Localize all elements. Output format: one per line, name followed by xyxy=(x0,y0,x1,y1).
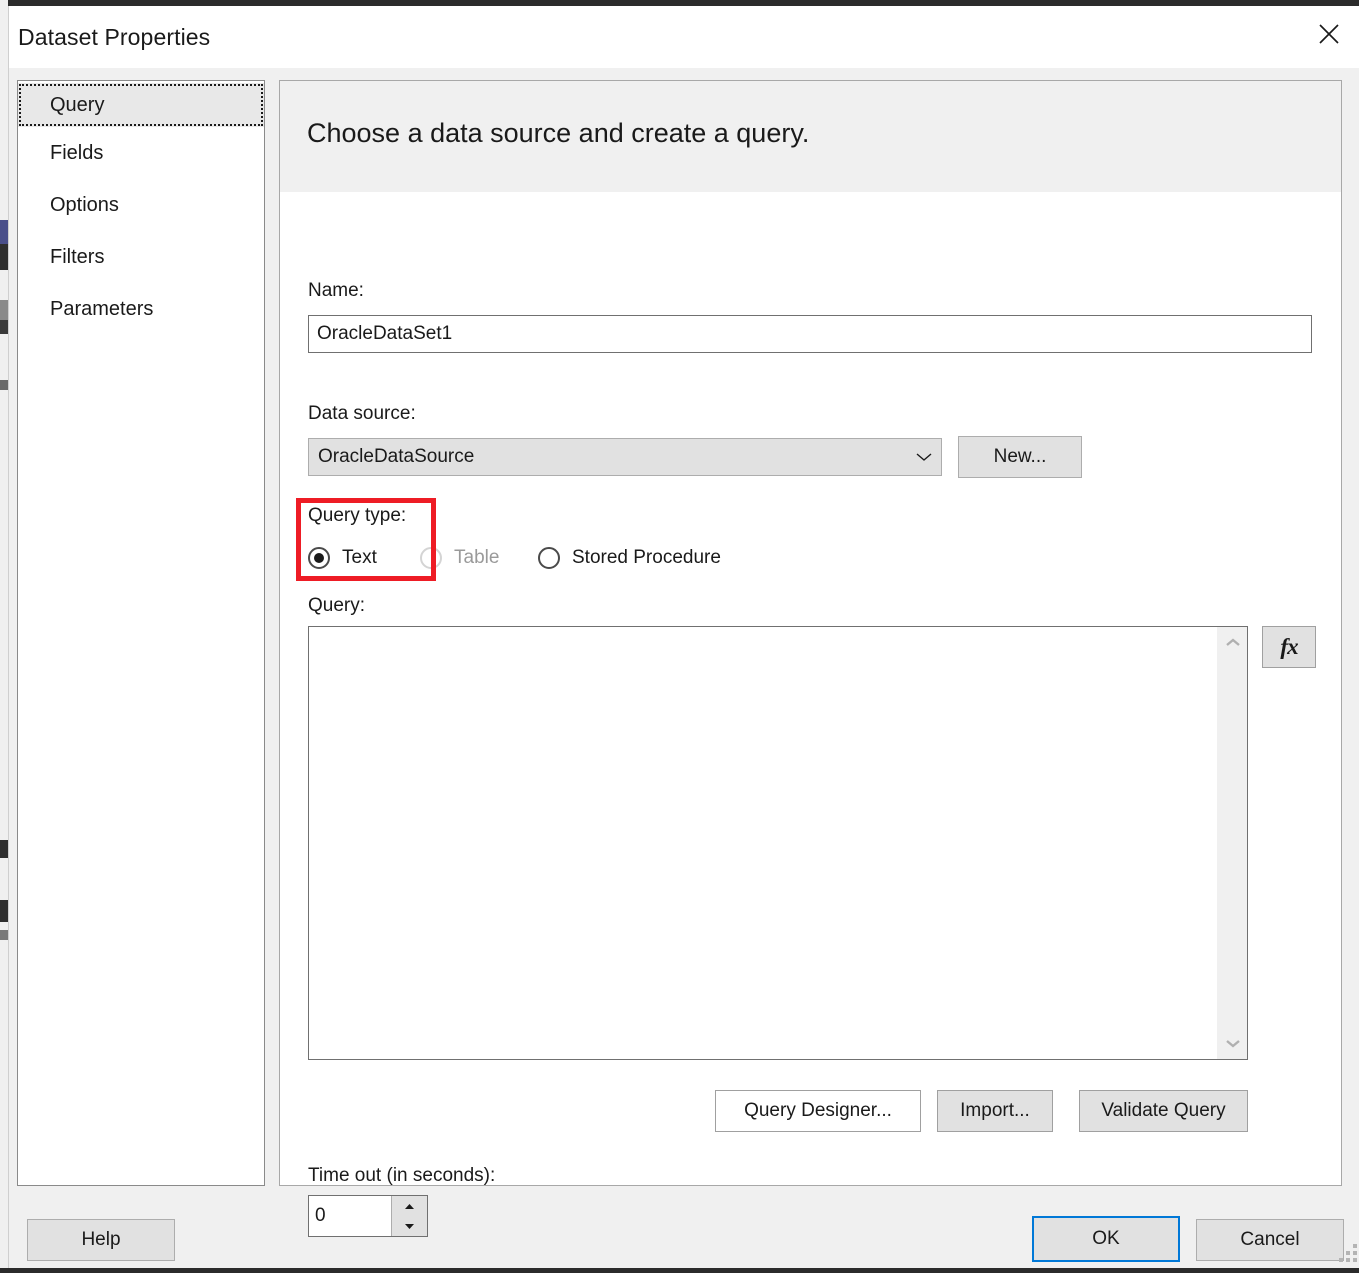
chevron-down-icon[interactable] xyxy=(1217,1028,1248,1059)
sidebar-item-options[interactable]: Options xyxy=(18,183,264,227)
query-type-option-label: Text xyxy=(342,547,377,568)
help-button[interactable]: Help xyxy=(27,1219,175,1261)
fx-icon: fx xyxy=(1280,634,1298,659)
data-source-select[interactable]: OracleDataSource xyxy=(308,438,942,476)
background-window-bottom-strip xyxy=(0,1268,1359,1273)
close-icon[interactable] xyxy=(1298,6,1359,62)
resize-grip[interactable] xyxy=(1339,1244,1357,1262)
dialog-titlebar: Dataset Properties xyxy=(9,6,1359,68)
content-area: Name: Data source: OracleDataSource New.… xyxy=(280,192,1341,1237)
caret-up-icon[interactable] xyxy=(392,1196,427,1217)
sidebar-item-fields[interactable]: Fields xyxy=(18,131,264,175)
radio-unselected-icon xyxy=(420,547,442,569)
timeout-stepper xyxy=(308,1195,428,1237)
data-source-label: Data source: xyxy=(308,403,416,424)
query-input[interactable] xyxy=(309,627,1216,1059)
background-window-left-strip xyxy=(0,0,8,1273)
ok-button[interactable]: OK xyxy=(1032,1216,1180,1262)
query-type-radio-stored-procedure[interactable]: Stored Procedure xyxy=(538,547,721,569)
query-type-option-label: Table xyxy=(454,547,500,568)
chevron-up-icon[interactable] xyxy=(1217,627,1248,658)
name-label: Name: xyxy=(308,280,364,301)
sidebar-item-parameters[interactable]: Parameters xyxy=(18,287,264,331)
chevron-down-icon xyxy=(907,451,941,463)
query-type-label: Query type: xyxy=(308,505,407,526)
page-title: Choose a data source and create a query. xyxy=(307,118,810,148)
new-data-source-button[interactable]: New... xyxy=(958,436,1082,478)
query-scrollbar[interactable] xyxy=(1216,627,1247,1059)
sidebar-item-label: Query xyxy=(50,93,105,116)
dialog-body: Query Fields Options Filters Parameters … xyxy=(9,68,1359,1268)
caret-down-icon[interactable] xyxy=(392,1216,427,1236)
query-type-option-label: Stored Procedure xyxy=(572,547,721,568)
sidebar-item-label: Fields xyxy=(50,141,104,164)
timeout-input[interactable] xyxy=(309,1196,391,1236)
sidebar-item-filters[interactable]: Filters xyxy=(18,235,264,279)
timeout-stepper-buttons xyxy=(391,1196,427,1236)
radio-selected-icon xyxy=(308,547,330,569)
dataset-properties-dialog: Dataset Properties Query Fields Options … xyxy=(8,6,1359,1268)
data-source-value: OracleDataSource xyxy=(318,446,475,467)
query-type-radio-table: Table xyxy=(420,547,499,569)
query-label: Query: xyxy=(308,595,366,616)
name-input[interactable] xyxy=(308,315,1312,353)
sidebar-item-label: Parameters xyxy=(50,297,154,320)
query-designer-button[interactable]: Query Designer... xyxy=(715,1090,921,1132)
sidebar-item-label: Filters xyxy=(50,245,105,268)
content-panel: Choose a data source and create a query.… xyxy=(279,80,1342,1237)
dialog-title: Dataset Properties xyxy=(18,24,211,50)
query-editor xyxy=(308,626,1248,1060)
cancel-button[interactable]: Cancel xyxy=(1196,1219,1344,1261)
category-list: Query Fields Options Filters Parameters xyxy=(17,80,265,1186)
expression-button[interactable]: fx xyxy=(1262,626,1316,668)
sidebar-item-query[interactable]: Query xyxy=(18,83,264,127)
content-header: Choose a data source and create a query. xyxy=(280,81,1341,192)
validate-query-button[interactable]: Validate Query xyxy=(1079,1090,1248,1132)
radio-unselected-icon xyxy=(538,547,560,569)
timeout-label: Time out (in seconds): xyxy=(308,1165,496,1186)
query-type-radio-text[interactable]: Text xyxy=(308,547,377,569)
sidebar-item-label: Options xyxy=(50,193,119,216)
import-button[interactable]: Import... xyxy=(937,1090,1053,1132)
